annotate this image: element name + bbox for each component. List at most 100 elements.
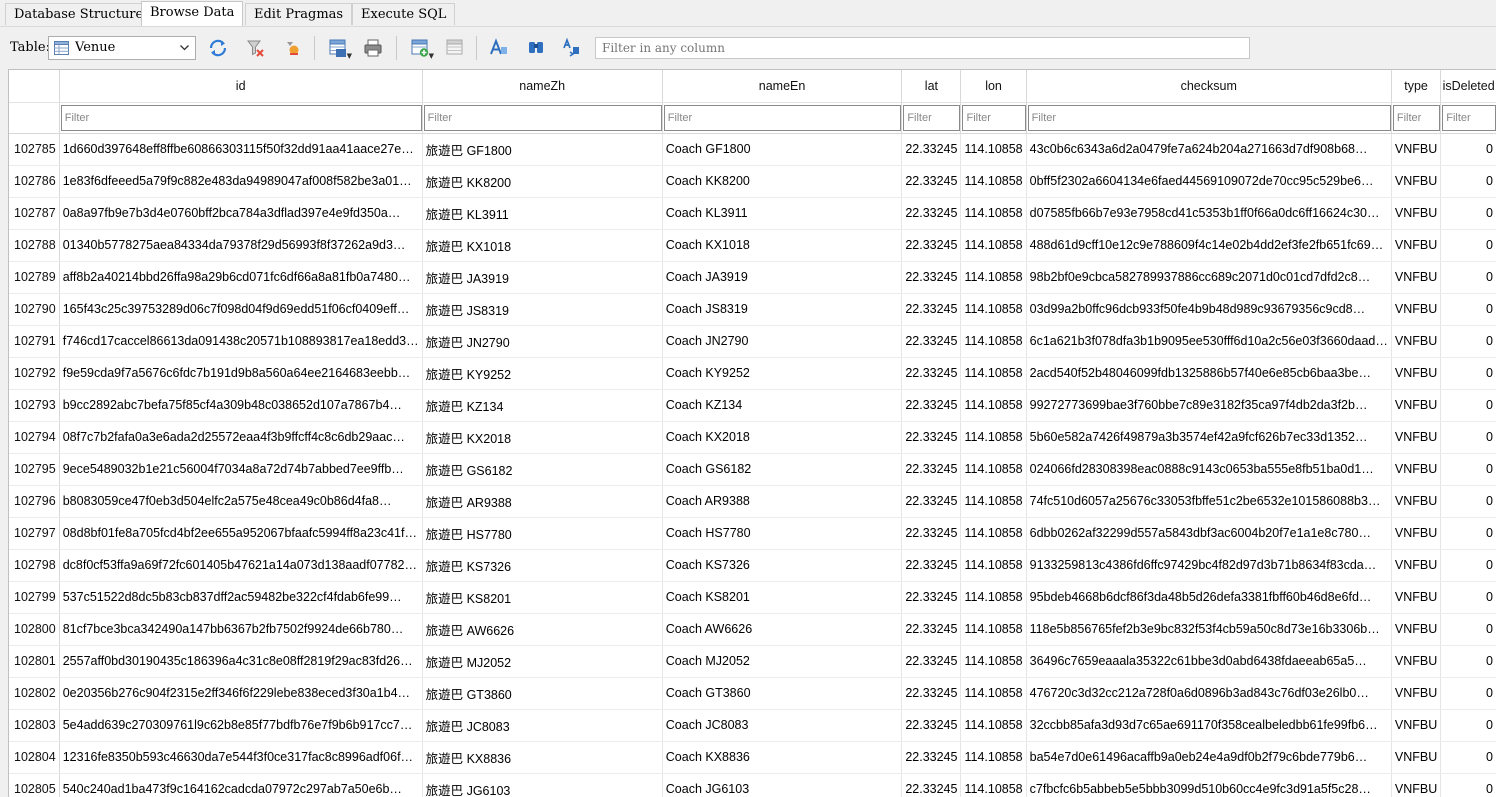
table-row[interactable]: 102789 aff8b2a40214bbd26ffa98a29b6cd071fc… [9, 261, 1496, 294]
column-header-id[interactable]: id [59, 70, 423, 103]
filter-input-nameen[interactable] [663, 104, 901, 131]
row-header[interactable]: 102785 [9, 133, 60, 166]
cell-isdeleted[interactable]: 0 [1440, 357, 1496, 390]
tab-browse-data[interactable]: Browse Data [141, 1, 244, 26]
cell-checksum[interactable]: 36496c7659eaaala35322c61bbe3d0abd6438fda… [1026, 645, 1392, 678]
cell-namezh[interactable]: 旅遊巴 KX1018 [422, 229, 663, 262]
cell-checksum[interactable]: 9133259813c4386fd6ffc97429bc4f82d97d3b71… [1026, 549, 1392, 582]
row-header[interactable]: 102805 [9, 773, 60, 797]
cell-lat[interactable]: 22.33245 [901, 485, 962, 518]
cell-lon[interactable]: 114.10858 [960, 773, 1027, 797]
cell-nameen[interactable]: Coach MJ2052 [662, 645, 903, 678]
clear-filters-button[interactable] [245, 37, 267, 59]
cell-namezh[interactable]: 旅遊巴 MJ2052 [422, 645, 663, 678]
cell-isdeleted[interactable]: 0 [1440, 517, 1496, 550]
column-header-nameen[interactable]: nameEn [662, 70, 903, 103]
table-row[interactable]: 102790 165f43c25c39753289d06c7f098d04f9d6… [9, 293, 1496, 326]
corner-cell[interactable] [9, 70, 60, 103]
cell-checksum[interactable]: 488d61d9cff10e12c9e788609f4c14e02b4dd2ef… [1026, 229, 1392, 262]
cell-lat[interactable]: 22.33245 [901, 389, 962, 422]
cell-isdeleted[interactable]: 0 [1440, 613, 1496, 646]
table-row[interactable]: 102787 0a8a97fb9e7b3d4e0760bff2bca784a3df… [9, 197, 1496, 230]
cell-id[interactable]: 08d8bf01fe8a705fcd4bf2ee655a952067bfaafc… [59, 517, 423, 550]
cell-lat[interactable]: 22.33245 [901, 613, 962, 646]
cell-namezh[interactable]: 旅遊巴 AR9388 [422, 485, 663, 518]
cell-nameen[interactable]: Coach KK8200 [662, 165, 903, 198]
save-table-button[interactable]: ▼ [327, 37, 352, 60]
cell-lat[interactable]: 22.33245 [901, 581, 962, 614]
cell-lon[interactable]: 114.10858 [960, 677, 1027, 710]
cell-lat[interactable]: 22.33245 [901, 293, 962, 326]
cell-type[interactable]: VNFBU [1391, 229, 1442, 262]
cell-id[interactable]: 1d660d397648eff8ffbe60866303115f50f32dd9… [59, 133, 423, 166]
cell-lon[interactable]: 114.10858 [960, 165, 1027, 198]
cell-lat[interactable]: 22.33245 [901, 549, 962, 582]
cell-lon[interactable]: 114.10858 [960, 581, 1027, 614]
cell-nameen[interactable]: Coach JS8319 [662, 293, 903, 326]
column-header-type[interactable]: type [1391, 70, 1442, 103]
cell-id[interactable]: 12316fe8350b593c46630da7e544f3f0ce317fac… [59, 741, 423, 774]
cell-id[interactable]: dc8f0cf53ffa9a69f72fc601405b47621a14a073… [59, 549, 423, 582]
row-header[interactable]: 102804 [9, 741, 60, 774]
cell-checksum[interactable]: 024066fd28308398eac0888c9143c0653ba555e8… [1026, 453, 1392, 486]
row-header[interactable]: 102786 [9, 165, 60, 198]
cell-nameen[interactable]: Coach KS8201 [662, 581, 903, 614]
cell-isdeleted[interactable]: 0 [1440, 581, 1496, 614]
filter-input-lon[interactable] [962, 104, 1026, 131]
cell-isdeleted[interactable]: 0 [1440, 741, 1496, 774]
cell-lat[interactable]: 22.33245 [901, 421, 962, 454]
refresh-button[interactable] [207, 37, 229, 59]
cell-lat[interactable]: 22.33245 [901, 453, 962, 486]
cell-checksum[interactable]: 74fc510d6057a25676c33053fbffe51c2be6532e… [1026, 485, 1392, 518]
cell-checksum[interactable]: 476720c3d32cc212a728f0a6d0896b3ad843c76d… [1026, 677, 1392, 710]
cell-lat[interactable]: 22.33245 [901, 325, 962, 358]
table-row[interactable]: 102795 9ece5489032b1e21c56004f7034a8a72d7… [9, 453, 1496, 486]
cell-isdeleted[interactable]: 0 [1440, 453, 1496, 486]
table-row[interactable]: 102791 f746cd17caccel86613da091438c20571b… [9, 325, 1496, 358]
table-row[interactable]: 102797 08d8bf01fe8a705fcd4bf2ee655a952067… [9, 517, 1496, 550]
table-row[interactable]: 102798 dc8f0cf53ffa9a69f72fc601405b47621a… [9, 549, 1496, 582]
cell-nameen[interactable]: Coach KZ134 [662, 389, 903, 422]
cell-isdeleted[interactable]: 0 [1440, 645, 1496, 678]
cell-lat[interactable]: 22.33245 [901, 133, 962, 166]
cell-namezh[interactable]: 旅遊巴 KL3911 [422, 197, 663, 230]
cell-isdeleted[interactable]: 0 [1440, 133, 1496, 166]
cell-lon[interactable]: 114.10858 [960, 357, 1027, 390]
row-header[interactable]: 102787 [9, 197, 60, 230]
cell-lat[interactable]: 22.33245 [901, 645, 962, 678]
tab-edit-pragmas[interactable]: Edit Pragmas [245, 3, 353, 25]
cell-type[interactable]: VNFBU [1391, 325, 1442, 358]
table-row[interactable]: 102785 1d660d397648eff8ffbe60866303115f50… [9, 133, 1496, 166]
cell-namezh[interactable]: 旅遊巴 JG6103 [422, 773, 663, 797]
cell-isdeleted[interactable]: 0 [1440, 165, 1496, 198]
cell-nameen[interactable]: Coach KL3911 [662, 197, 903, 230]
cell-checksum[interactable]: 0bff5f2302a6604134e6faed44569109072de70c… [1026, 165, 1392, 198]
cell-id[interactable]: f746cd17caccel86613da091438c20571b108893… [59, 325, 423, 358]
cell-namezh[interactable]: 旅遊巴 GF1800 [422, 133, 663, 166]
filter-input-checksum[interactable] [1027, 104, 1391, 131]
cell-checksum[interactable]: 5b60e582a7426f49879a3b3574ef42a9fcf626b7… [1026, 421, 1392, 454]
cell-lat[interactable]: 22.33245 [901, 357, 962, 390]
filter-input-isdeleted[interactable] [1442, 104, 1496, 131]
cell-nameen[interactable]: Coach GS6182 [662, 453, 903, 486]
clear-sorting-button[interactable] [282, 37, 304, 59]
cell-id[interactable]: 01340b5778275aea84334da79378f29d56993f8f… [59, 229, 423, 262]
row-header[interactable]: 102791 [9, 325, 60, 358]
cell-namezh[interactable]: 旅遊巴 KZ134 [422, 389, 663, 422]
cell-checksum[interactable]: 98b2bf0e9cbca582789937886cc689c2071d0c01… [1026, 261, 1392, 294]
cell-id[interactable]: 81cf7bce3bca342490a147bb6367b2fb7502f992… [59, 613, 423, 646]
cell-lon[interactable]: 114.10858 [960, 421, 1027, 454]
cell-nameen[interactable]: Coach KX2018 [662, 421, 903, 454]
cell-type[interactable]: VNFBU [1391, 517, 1442, 550]
table-row[interactable]: 102800 81cf7bce3bca342490a147bb6367b2fb75… [9, 613, 1496, 646]
table-row[interactable]: 102805 540c240ad1ba473f9c164162cadcda0797… [9, 773, 1496, 797]
cell-lon[interactable]: 114.10858 [960, 453, 1027, 486]
cell-isdeleted[interactable]: 0 [1440, 197, 1496, 230]
cell-namezh[interactable]: 旅遊巴 KX8836 [422, 741, 663, 774]
row-header[interactable]: 102803 [9, 709, 60, 742]
cell-type[interactable]: VNFBU [1391, 613, 1442, 646]
cell-checksum[interactable]: 32ccbb85afa3d93d7c65ae691170f358cealbele… [1026, 709, 1392, 742]
table-row[interactable]: 102786 1e83f6dfeeed5a79f9c882e483da949890… [9, 165, 1496, 198]
cell-checksum[interactable]: 43c0b6c6343a6d2a0479fe7a624b204a271663d7… [1026, 133, 1392, 166]
cell-checksum[interactable]: ba54e7d0e61496acaffb9a0eb24e4a9df0b2f79c… [1026, 741, 1392, 774]
